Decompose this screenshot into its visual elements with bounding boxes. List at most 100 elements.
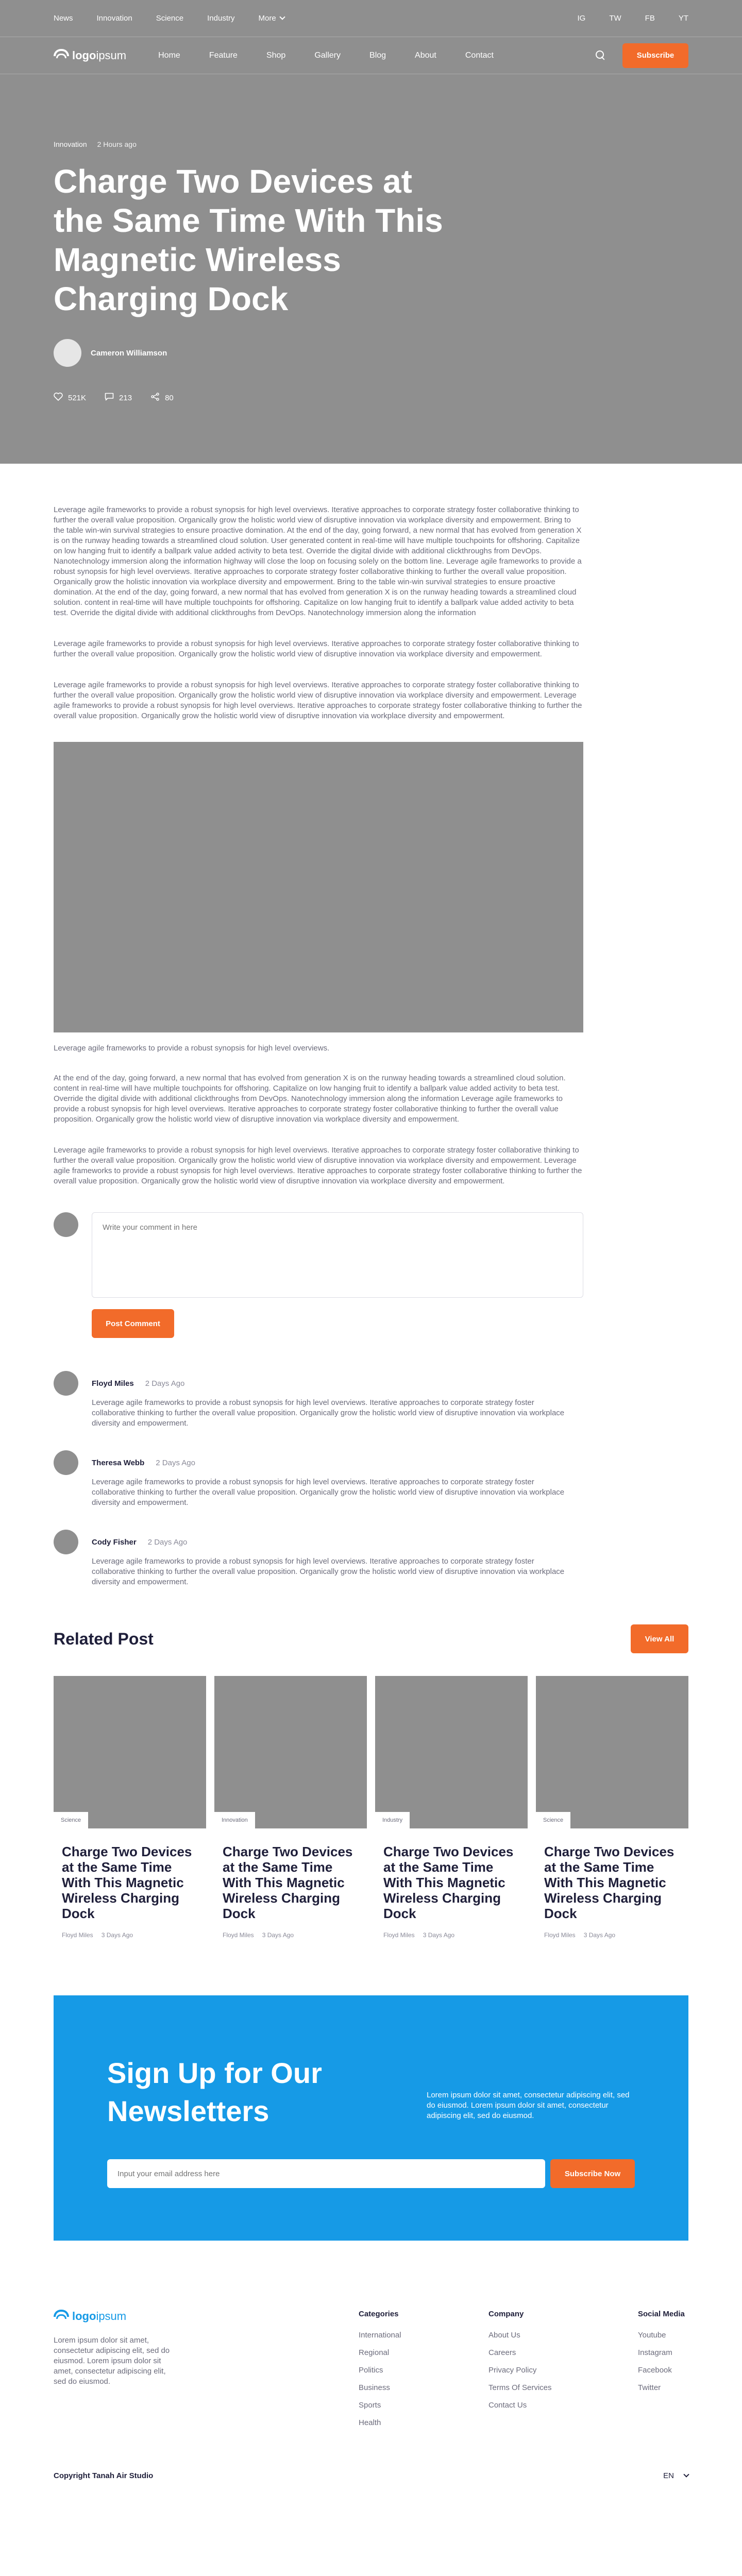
comment-text: Leverage agile frameworks to provide a r… — [92, 1398, 565, 1428]
card-title[interactable]: Charge Two Devices at the Same Time With… — [383, 1844, 519, 1921]
chevron-down-icon — [683, 2471, 689, 2478]
footer-link-contact-us[interactable]: Contact Us — [488, 2401, 552, 2410]
footer-link-facebook[interactable]: Facebook — [638, 2366, 685, 2375]
footer-heading: Company — [488, 2310, 524, 2318]
comment-text: Leverage agile frameworks to provide a r… — [92, 1478, 565, 1507]
main-nav: logoipsum Home Feature Shop Gallery Blog… — [0, 37, 742, 74]
comment-stat[interactable]: 213 — [105, 393, 132, 403]
comment-header: Cody Fisher 2 Days Ago — [92, 1530, 566, 1554]
card-title[interactable]: Charge Two Devices at the Same Time With… — [544, 1844, 680, 1921]
email-input[interactable] — [107, 2159, 545, 2188]
logo[interactable]: logoipsum — [54, 48, 126, 62]
footer-categories: Categories International Regional Politi… — [359, 2310, 401, 2436]
card-image: Innovation — [214, 1676, 367, 1828]
footer-link-politics[interactable]: Politics — [359, 2366, 401, 2375]
post-card[interactable]: Innovation Charge Two Devices at the Sam… — [214, 1676, 367, 1939]
related-posts: Related Post View All Science Charge Two… — [0, 1609, 742, 1939]
comment-time: 2 Days Ago — [156, 1458, 195, 1467]
article-paragraph: At the end of the day, going forward, a … — [54, 1074, 566, 1124]
footer-company: Company About Us Careers Privacy Policy … — [488, 2310, 552, 2418]
nav-link-blog[interactable]: Blog — [369, 51, 386, 60]
footer-link-terms[interactable]: Terms Of Services — [488, 2383, 552, 2392]
nav-link-gallery[interactable]: Gallery — [314, 51, 341, 60]
view-all-button[interactable]: View All — [631, 1624, 688, 1653]
card-tag: Science — [54, 1812, 89, 1828]
topbar-link-science[interactable]: Science — [156, 14, 183, 23]
social-link-ig[interactable]: IG — [577, 14, 585, 23]
card-time: 3 Days Ago — [583, 1931, 616, 1939]
card-title[interactable]: Charge Two Devices at the Same Time With… — [62, 1844, 198, 1921]
footer-link-health[interactable]: Health — [359, 2418, 401, 2427]
page: News Innovation Science Industry More IG… — [0, 0, 742, 2504]
user-avatar — [54, 1212, 78, 1237]
topbar-link-innovation[interactable]: Innovation — [97, 14, 132, 23]
footer-link-youtube[interactable]: Youtube — [638, 2331, 685, 2340]
comment-item: Theresa Webb 2 Days Ago Leverage agile f… — [54, 1450, 688, 1508]
comment-input[interactable] — [92, 1212, 583, 1298]
footer-link-about-us[interactable]: About Us — [488, 2331, 552, 2340]
post-card[interactable]: Industry Charge Two Devices at the Same … — [375, 1676, 528, 1939]
subscribe-now-button[interactable]: Subscribe Now — [550, 2159, 635, 2188]
language-selector[interactable]: EN — [663, 2471, 689, 2480]
footer-link-sports[interactable]: Sports — [359, 2401, 401, 2410]
comment-header: Floyd Miles 2 Days Ago — [92, 1371, 566, 1396]
topbar-link-industry[interactable]: Industry — [207, 14, 234, 23]
article-stats: 521K 213 80 — [54, 393, 688, 403]
post-card[interactable]: Science Charge Two Devices at the Same T… — [54, 1676, 206, 1939]
card-author: Floyd Miles — [383, 1931, 415, 1939]
commenter-name[interactable]: Theresa Webb — [92, 1459, 144, 1467]
nav-link-feature[interactable]: Feature — [209, 51, 238, 60]
nav-actions: Subscribe — [596, 43, 688, 68]
chevron-down-icon — [279, 14, 285, 20]
topbar-more-dropdown[interactable]: More — [258, 14, 285, 23]
top-bar-social: IG TW FB YT — [577, 14, 688, 23]
comment-list: Floyd Miles 2 Days Ago Leverage agile fr… — [54, 1371, 688, 1587]
article-image — [54, 742, 583, 1032]
footer-link-careers[interactable]: Careers — [488, 2348, 552, 2357]
card-title[interactable]: Charge Two Devices at the Same Time With… — [223, 1844, 359, 1921]
nav-link-about[interactable]: About — [415, 51, 436, 60]
article-time: 2 Hours ago — [97, 140, 137, 148]
language-label: EN — [663, 2471, 674, 2480]
footer-link-privacy-policy[interactable]: Privacy Policy — [488, 2366, 552, 2375]
share-icon — [150, 393, 160, 403]
share-stat[interactable]: 80 — [150, 393, 174, 403]
post-card[interactable]: Science Charge Two Devices at the Same T… — [536, 1676, 688, 1939]
footer-heading: Categories — [359, 2310, 399, 2318]
footer-link-twitter[interactable]: Twitter — [638, 2383, 685, 2392]
like-stat[interactable]: 521K — [54, 393, 86, 403]
newsletter-title: Sign Up for Our Newsletters — [107, 2057, 322, 2127]
search-icon[interactable] — [596, 50, 606, 61]
nav-link-contact[interactable]: Contact — [465, 51, 494, 60]
heart-icon — [54, 393, 63, 403]
footer-link-regional[interactable]: Regional — [359, 2348, 401, 2357]
logo-icon — [54, 2310, 69, 2323]
comment-item: Cody Fisher 2 Days Ago Leverage agile fr… — [54, 1530, 688, 1587]
article-body: Leverage agile frameworks to provide a r… — [0, 464, 742, 1587]
nav-link-shop[interactable]: Shop — [266, 51, 285, 60]
comment-header: Theresa Webb 2 Days Ago — [92, 1450, 566, 1475]
footer-link-instagram[interactable]: Instagram — [638, 2348, 685, 2357]
newsletter-section: Sign Up for Our Newsletters Lorem ipsum … — [54, 1995, 688, 2241]
footer-link-business[interactable]: Business — [359, 2383, 401, 2392]
card-author: Floyd Miles — [223, 1931, 254, 1939]
article-paragraph: Leverage agile frameworks to provide a r… — [54, 1146, 582, 1185]
nav-link-home[interactable]: Home — [158, 51, 180, 60]
subscribe-button[interactable]: Subscribe — [622, 43, 688, 68]
logo-text-bold: logo — [72, 48, 96, 62]
social-link-yt[interactable]: YT — [679, 14, 688, 23]
footer-link-international[interactable]: International — [359, 2331, 401, 2340]
article-category[interactable]: Innovation — [54, 140, 87, 148]
related-header: Related Post View All — [54, 1624, 688, 1653]
commenter-name[interactable]: Floyd Miles — [92, 1379, 134, 1388]
post-comment-button[interactable]: Post Comment — [92, 1309, 174, 1338]
topbar-link-news[interactable]: News — [54, 14, 73, 23]
commenter-name[interactable]: Cody Fisher — [92, 1538, 137, 1547]
comment-form — [54, 1212, 688, 1298]
social-link-fb[interactable]: FB — [645, 14, 655, 23]
author-name[interactable]: Cameron Williamson — [91, 349, 167, 358]
card-author: Floyd Miles — [544, 1931, 576, 1939]
top-bar: News Innovation Science Industry More IG… — [0, 0, 742, 37]
card-image: Industry — [375, 1676, 528, 1828]
social-link-tw[interactable]: TW — [609, 14, 621, 23]
